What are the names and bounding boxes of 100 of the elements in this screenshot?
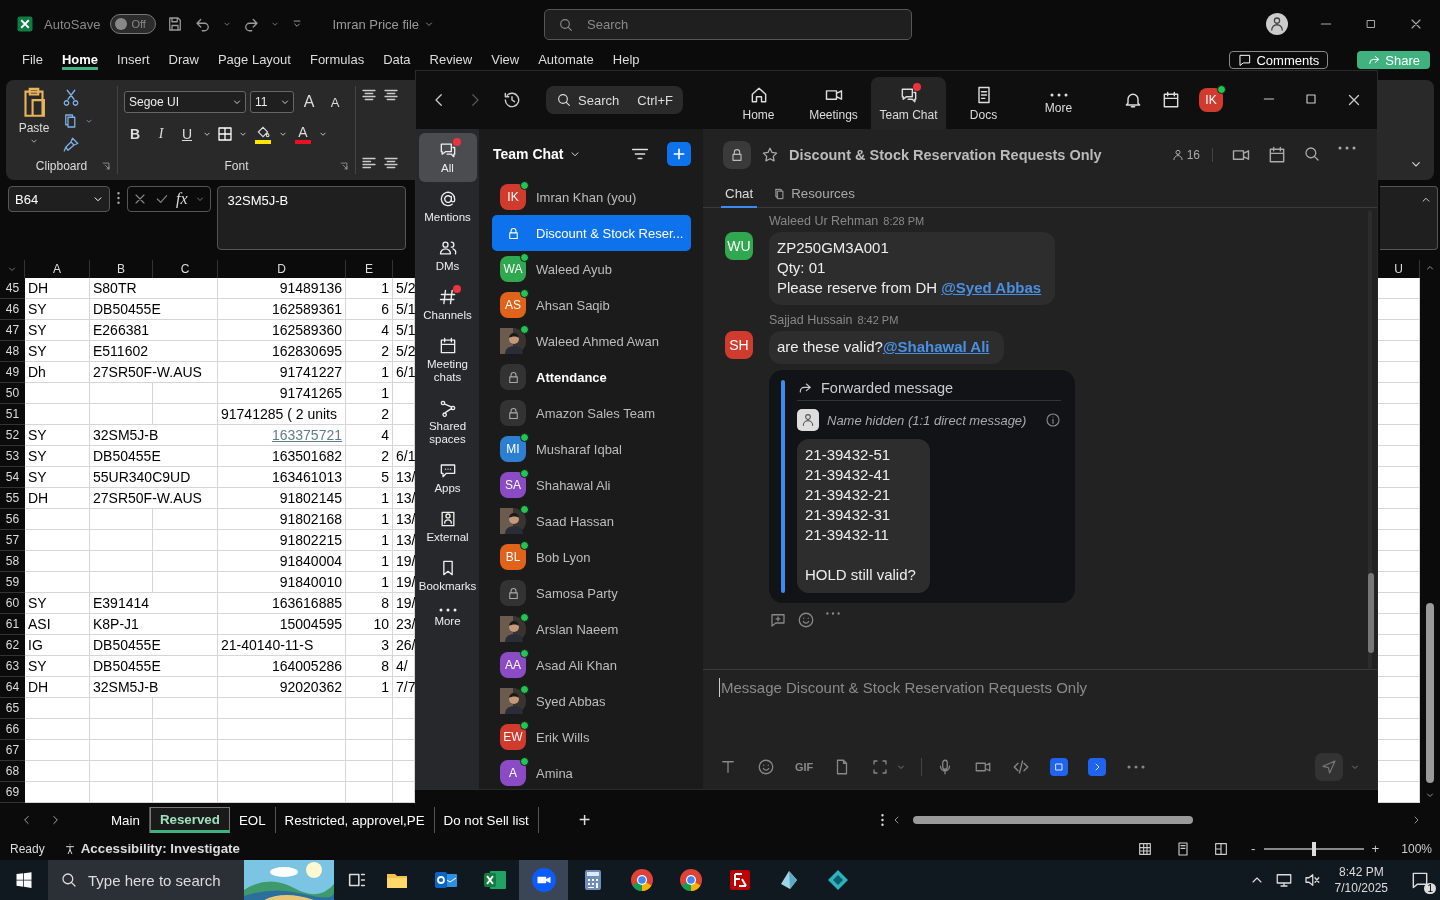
- browser-icon[interactable]: [629, 868, 654, 892]
- channel-tab[interactable]: Chat: [721, 181, 758, 208]
- screenshot-icon[interactable]: [871, 758, 890, 776]
- chat-list-item[interactable]: Discount & Stock Reser...: [492, 215, 691, 251]
- sheet-tab[interactable]: Reserved: [149, 807, 230, 833]
- profile-avatar[interactable]: IK: [1199, 88, 1223, 112]
- zoom-out-button[interactable]: -: [1251, 841, 1256, 856]
- chat-list-item[interactable]: IK Imran Khan (you): [492, 179, 691, 215]
- mention-link[interactable]: @Syed Abbas: [941, 279, 1042, 296]
- add-sheet-button[interactable]: +: [578, 808, 591, 832]
- font-color-button[interactable]: A: [292, 124, 314, 144]
- rail-item[interactable]: Meeting chats: [418, 329, 477, 391]
- clock-date[interactable]: 7/10/2025: [1334, 881, 1388, 895]
- cut-icon[interactable]: [62, 88, 80, 106]
- ribbon-tab[interactable]: Automate: [538, 51, 594, 70]
- chat-list-item[interactable]: MI Musharaf Iqbal: [492, 431, 691, 467]
- rail-item[interactable]: All: [418, 133, 477, 182]
- volume-muted-icon[interactable]: [1302, 871, 1321, 889]
- shrink-font-button[interactable]: A: [324, 90, 346, 114]
- scrollbar-thumb[interactable]: [1426, 603, 1434, 783]
- new-chat-button[interactable]: [667, 142, 691, 166]
- sheet-tab[interactable]: Restricted, approvel,PE: [275, 807, 435, 833]
- search-input[interactable]: Type here to search: [84, 860, 244, 900]
- taskbar-search-field[interactable]: Type here to search: [48, 860, 334, 900]
- chat-list-item[interactable]: EW Erik Wills: [492, 719, 691, 755]
- network-icon[interactable]: [1274, 871, 1293, 889]
- rail-item[interactable]: Apps: [418, 453, 477, 502]
- reply-icon[interactable]: [769, 611, 787, 629]
- comments-button[interactable]: Comments: [1229, 51, 1329, 69]
- members-button[interactable]: 16: [1170, 148, 1213, 162]
- start-icon[interactable]: [15, 871, 33, 889]
- spreadsheet-icon[interactable]: [482, 868, 507, 892]
- scrollbar-thumb[interactable]: [913, 816, 1193, 824]
- autosave-toggle[interactable]: Off: [110, 14, 157, 34]
- ribbon-tab[interactable]: Review: [429, 51, 473, 70]
- more-icon[interactable]: [825, 611, 841, 616]
- chat-list-item[interactable]: WA Waleed Ayub: [492, 251, 691, 287]
- chat-list-item[interactable]: Attendance: [492, 359, 691, 395]
- grow-font-button[interactable]: A: [298, 90, 320, 114]
- ribbon-tab[interactable]: Home: [61, 51, 99, 70]
- fill-color-icon[interactable]: [252, 124, 274, 144]
- chat-list-item[interactable]: Arslan Naeem: [492, 611, 691, 647]
- notification-icon[interactable]: [1410, 870, 1430, 890]
- search-button[interactable]: Search Ctrl+F: [546, 86, 683, 114]
- calendar-icon[interactable]: [1267, 145, 1287, 165]
- add-reaction-icon[interactable]: [797, 611, 815, 629]
- nav-tab[interactable]: Home: [721, 77, 796, 129]
- ftp-client-icon[interactable]: [727, 868, 752, 892]
- cell-link[interactable]: 163375721: [218, 425, 346, 446]
- accessibility-button[interactable]: Accessibility: Investigate: [62, 841, 240, 856]
- zoom-slider-thumb[interactable]: [1311, 841, 1316, 856]
- ribbon-tab[interactable]: Data: [383, 51, 411, 70]
- ribbon-tab[interactable]: Formulas: [309, 51, 365, 70]
- clock-time[interactable]: 8:42 PM: [1338, 865, 1384, 879]
- sheet-tab[interactable]: EOL: [229, 807, 276, 833]
- calendar-icon[interactable]: [1161, 90, 1181, 110]
- page-break-icon[interactable]: [1213, 840, 1230, 857]
- chat-list-item[interactable]: BL Bob Lyon: [492, 539, 691, 575]
- nav-tab[interactable]: Team Chat: [871, 77, 946, 129]
- chat-list-item[interactable]: Waleed Ahmed Awan: [492, 323, 691, 359]
- restore-icon[interactable]: [1364, 17, 1378, 31]
- ribbon-tab[interactable]: Page Layout: [217, 51, 291, 70]
- browser-icon[interactable]: [678, 868, 703, 892]
- name-box[interactable]: B64: [8, 186, 110, 212]
- channel-tab[interactable]: Resources: [769, 181, 859, 208]
- font-size-field[interactable]: 11: [250, 91, 294, 113]
- info-icon[interactable]: [1045, 412, 1061, 428]
- app-icon[interactable]: [1050, 758, 1069, 776]
- italic-button[interactable]: I: [150, 122, 172, 146]
- ribbon-tab[interactable]: File: [22, 51, 43, 70]
- video-app-icon[interactable]: [530, 867, 557, 893]
- emoji-icon[interactable]: [757, 758, 775, 776]
- bold-button[interactable]: B: [124, 122, 146, 146]
- paste-button[interactable]: Paste: [12, 86, 56, 146]
- history-icon[interactable]: [502, 90, 522, 110]
- borders-icon[interactable]: [216, 125, 234, 143]
- ribbon-tab[interactable]: Insert: [117, 51, 150, 70]
- search-field[interactable]: Search: [544, 8, 912, 40]
- gif-button[interactable]: GIF: [795, 761, 814, 773]
- ribbon-tab[interactable]: Help: [612, 51, 640, 70]
- format-painter-icon[interactable]: [62, 136, 80, 154]
- zoom-in-button[interactable]: +: [1371, 841, 1380, 856]
- rail-item[interactable]: Channels: [418, 280, 477, 329]
- zoom-percent[interactable]: 100%: [1401, 841, 1432, 856]
- chat-list-item[interactable]: SA Shahawal Ali: [492, 467, 691, 503]
- app-icon[interactable]: [1088, 758, 1107, 776]
- scrollbar-thumb[interactable]: [1368, 573, 1374, 653]
- chat-list-item[interactable]: AS Ahsan Saqib: [492, 287, 691, 323]
- search-icon[interactable]: [1303, 145, 1321, 163]
- nav-tab[interactable]: Meetings: [796, 77, 871, 129]
- rail-item[interactable]: Mentions: [418, 182, 477, 231]
- mention-link[interactable]: @Shahawal Ali: [882, 338, 990, 355]
- more-vertical-icon[interactable]: [880, 812, 885, 828]
- send-button[interactable]: [1315, 753, 1343, 781]
- font-name-field[interactable]: Segoe UI: [124, 91, 246, 113]
- launcher-icon[interactable]: [101, 161, 111, 171]
- chat-list-item[interactable]: Amazon Sales Team: [492, 395, 691, 431]
- formula-field[interactable]: 32SM5J-B: [216, 186, 406, 250]
- chat-list-item[interactable]: A Amina: [492, 755, 691, 789]
- launcher-icon[interactable]: [339, 161, 349, 171]
